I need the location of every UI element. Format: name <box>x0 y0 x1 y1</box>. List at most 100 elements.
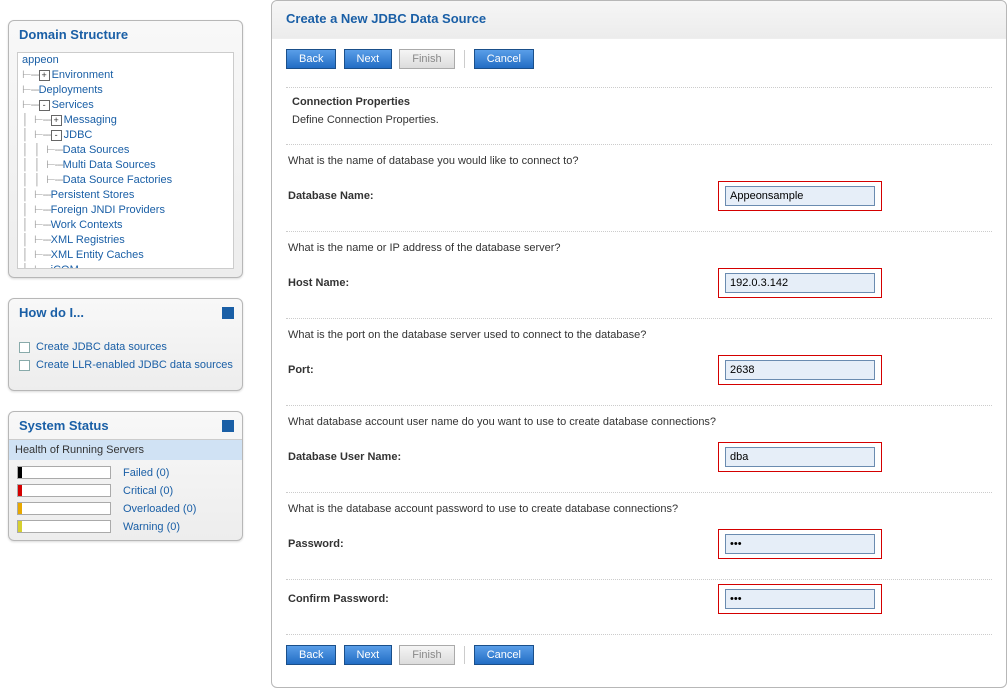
howdoi-list: Create JDBC data sources Create LLR-enabl… <box>17 341 234 371</box>
tree-expander-icon[interactable]: - <box>39 100 50 111</box>
tree-item[interactable]: │ ⊢---Persistent Stores <box>22 188 233 203</box>
tree-item-label[interactable]: JDBC <box>64 129 93 141</box>
tree-item[interactable]: │ ⊢---XML Registries <box>22 233 233 248</box>
tree-item[interactable]: ⊢----Services <box>22 98 233 113</box>
port-input[interactable] <box>725 360 875 380</box>
tree-item[interactable]: │ ⊢---Work Contexts <box>22 218 233 233</box>
section-description: Define Connection Properties. <box>286 112 992 136</box>
status-bar <box>17 502 111 515</box>
tree-item[interactable]: │ │ ⊢---Data Source Factories <box>22 173 233 188</box>
status-row: Overloaded (0) <box>17 502 234 515</box>
tree-item[interactable]: ⊢---+Environment <box>22 68 233 83</box>
bullet-icon <box>19 360 30 371</box>
field-label: Password: <box>288 538 718 550</box>
tree-item-label[interactable]: Data Sources <box>63 144 130 156</box>
back-button[interactable]: Back <box>286 645 336 665</box>
tree-item-label[interactable]: jCOM <box>51 264 79 269</box>
field-row: Password: <box>286 525 992 571</box>
confirm-password-input[interactable] <box>725 589 875 609</box>
status-link[interactable]: Critical (0) <box>123 485 173 497</box>
field-question: What database account user name do you w… <box>286 406 992 438</box>
next-button[interactable]: Next <box>344 49 393 69</box>
system-status-subtitle: Health of Running Servers <box>9 439 242 460</box>
status-bar <box>17 484 111 497</box>
howdoi-link[interactable]: Create LLR-enabled JDBC data sources <box>36 359 233 371</box>
host-name-input[interactable] <box>725 273 875 293</box>
tree-item-label[interactable]: Services <box>52 99 94 111</box>
tree-expander-icon[interactable]: + <box>51 115 62 126</box>
finish-button: Finish <box>399 645 454 665</box>
howdoi-item[interactable]: Create LLR-enabled JDBC data sources <box>19 359 234 371</box>
tree-item-label[interactable]: Messaging <box>64 114 117 126</box>
tree-item-label[interactable]: Environment <box>52 69 114 81</box>
main-panel: Create a New JDBC Data Source Back Next … <box>271 0 1007 688</box>
tree-expander-icon[interactable]: + <box>39 70 50 81</box>
domain-structure-title: Domain Structure <box>19 27 128 42</box>
howdoi-link[interactable]: Create JDBC data sources <box>36 341 167 353</box>
tree-item-label[interactable]: Deployments <box>39 84 103 96</box>
tree-item[interactable]: │ │ ⊢---Data Sources <box>22 143 233 158</box>
input-highlight <box>718 355 882 385</box>
section-heading: Connection Properties <box>286 88 992 112</box>
howdoi-item[interactable]: Create JDBC data sources <box>19 341 234 353</box>
tree-expander-icon[interactable]: - <box>51 130 62 141</box>
collapse-icon[interactable] <box>222 420 234 432</box>
input-highlight <box>718 442 882 472</box>
finish-button: Finish <box>399 49 454 69</box>
tree-item[interactable]: │ ⊢----JDBC <box>22 128 233 143</box>
status-link[interactable]: Failed (0) <box>123 467 169 479</box>
next-button[interactable]: Next <box>344 645 393 665</box>
domain-tree[interactable]: appeon ⊢---+Environment⊢---Deployments⊢-… <box>17 52 234 269</box>
status-bar <box>17 466 111 479</box>
field-label: Database User Name: <box>288 451 718 463</box>
password-input[interactable] <box>725 534 875 554</box>
field-label: Host Name: <box>288 277 718 289</box>
field-label: Confirm Password: <box>288 593 718 605</box>
field-row: Database User Name: <box>286 438 992 484</box>
field-question: What is the port on the database server … <box>286 319 992 351</box>
button-row-bottom: Back Next Finish Cancel <box>272 635 1006 675</box>
database-user-name-input[interactable] <box>725 447 875 467</box>
bullet-icon <box>19 342 30 353</box>
field-row: Port: <box>286 351 992 397</box>
status-link[interactable]: Overloaded (0) <box>123 503 196 515</box>
status-bar <box>17 520 111 533</box>
field-row: Database Name: <box>286 177 992 223</box>
input-highlight <box>718 181 882 211</box>
tree-item-label[interactable]: Work Contexts <box>51 219 123 231</box>
status-link[interactable]: Warning (0) <box>123 521 180 533</box>
button-row-top: Back Next Finish Cancel <box>272 39 1006 79</box>
tree-item-label[interactable]: XML Entity Caches <box>51 249 144 261</box>
tree-item[interactable]: │ ⊢---+Messaging <box>22 113 233 128</box>
button-separator <box>464 646 465 664</box>
tree-item-label[interactable]: Persistent Stores <box>51 189 135 201</box>
system-status-panel: System Status Health of Running Servers … <box>8 411 243 541</box>
input-highlight <box>718 529 882 559</box>
tree-item[interactable]: │ ⊢---XML Entity Caches <box>22 248 233 263</box>
input-highlight <box>718 268 882 298</box>
tree-item-label[interactable]: Foreign JNDI Providers <box>51 204 165 216</box>
cancel-button[interactable]: Cancel <box>474 645 534 665</box>
how-do-i-panel: How do I... Create JDBC data sourcesCrea… <box>8 298 243 391</box>
cancel-button[interactable]: Cancel <box>474 49 534 69</box>
system-status-title: System Status <box>19 418 109 433</box>
field-question: What is the database account password to… <box>286 493 992 525</box>
how-do-i-title: How do I... <box>19 305 84 320</box>
database-name-input[interactable] <box>725 186 875 206</box>
tree-root[interactable]: appeon <box>22 54 59 66</box>
status-row: Failed (0) <box>17 466 234 479</box>
tree-item[interactable]: │ ⊢---Foreign JNDI Providers <box>22 203 233 218</box>
back-button[interactable]: Back <box>286 49 336 69</box>
field-question: What is the name of database you would l… <box>286 145 992 177</box>
tree-item[interactable]: │ ⊢---jCOM <box>22 263 233 269</box>
button-separator <box>464 50 465 68</box>
domain-structure-panel: Domain Structure appeon ⊢---+Environment… <box>8 20 243 278</box>
tree-item-label[interactable]: XML Registries <box>51 234 125 246</box>
page-title: Create a New JDBC Data Source <box>272 1 1006 39</box>
tree-item-label[interactable]: Data Source Factories <box>63 174 172 186</box>
collapse-icon[interactable] <box>222 307 234 319</box>
tree-item[interactable]: ⊢---Deployments <box>22 83 233 98</box>
field-label: Database Name: <box>288 190 718 202</box>
tree-item-label[interactable]: Multi Data Sources <box>63 159 156 171</box>
tree-item[interactable]: │ │ ⊢---Multi Data Sources <box>22 158 233 173</box>
